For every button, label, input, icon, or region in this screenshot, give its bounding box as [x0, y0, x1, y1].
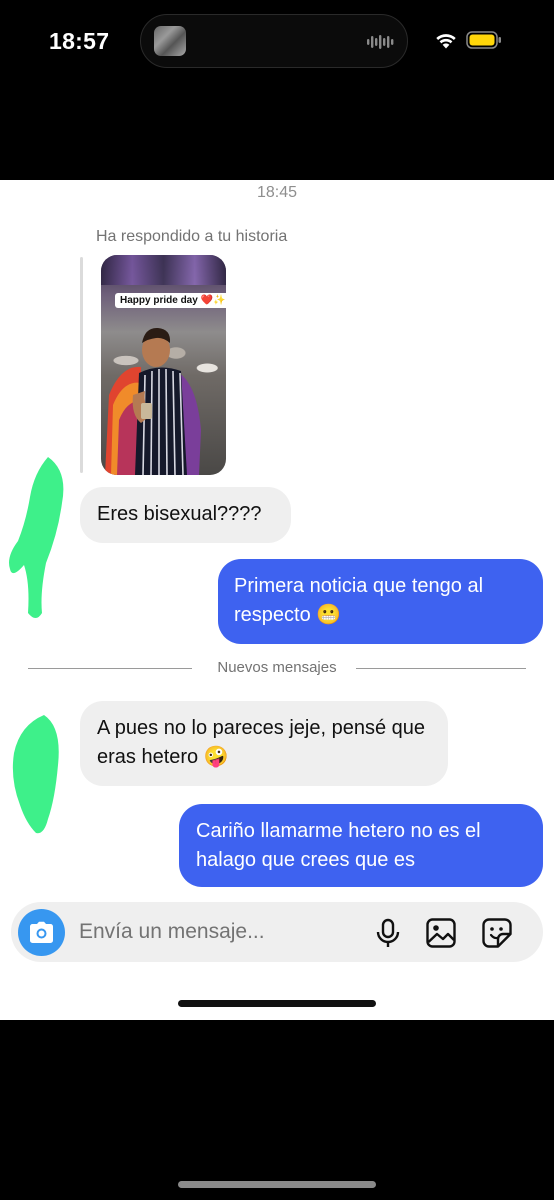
divider-line [356, 668, 526, 669]
gallery-icon[interactable] [425, 917, 457, 949]
redaction-scribble [9, 457, 64, 618]
message-bubble-outgoing[interactable]: Cariño llamarme hetero no es el halago q… [179, 804, 543, 887]
story-sticker-text: Happy pride day ❤️✨ [115, 293, 226, 308]
message-bubble-outgoing[interactable]: Primera noticia que tengo al respecto 😬 [218, 559, 543, 644]
status-time: 18:57 [49, 28, 110, 54]
story-reply-bar [80, 257, 83, 473]
bottom-letterbox [0, 1020, 554, 1200]
home-indicator[interactable] [178, 1000, 376, 1007]
story-thumbnail[interactable]: Happy pride day ❤️✨ [101, 255, 226, 475]
story-person-image [105, 327, 201, 475]
now-playing-artwork [154, 26, 186, 56]
message-input[interactable] [79, 919, 359, 945]
camera-icon [30, 921, 53, 943]
message-timestamp: 18:45 [256, 184, 298, 201]
wifi-icon [436, 34, 456, 49]
camera-button[interactable] [18, 909, 65, 956]
sticker-icon[interactable] [481, 917, 513, 949]
message-bubble-incoming[interactable]: Eres bisexual???? [80, 487, 291, 543]
chat-thread[interactable]: 18:45 Ha respondido a tu historia Happy … [0, 180, 554, 1020]
message-composer [11, 902, 543, 962]
message-bubble-incoming[interactable]: A pues no lo pareces jeje, pensé que era… [80, 701, 448, 786]
story-reply-caption: Ha respondido a tu historia [96, 228, 288, 245]
microphone-icon[interactable] [372, 917, 404, 949]
dynamic-island[interactable] [140, 14, 408, 68]
audio-waveform-icon [367, 35, 394, 49]
status-bar: 18:57 [0, 0, 554, 180]
home-indicator[interactable] [178, 1181, 376, 1188]
new-messages-divider: Nuevos mensajes [28, 659, 526, 679]
redaction-scribble [12, 715, 59, 834]
battery-icon [466, 31, 501, 49]
